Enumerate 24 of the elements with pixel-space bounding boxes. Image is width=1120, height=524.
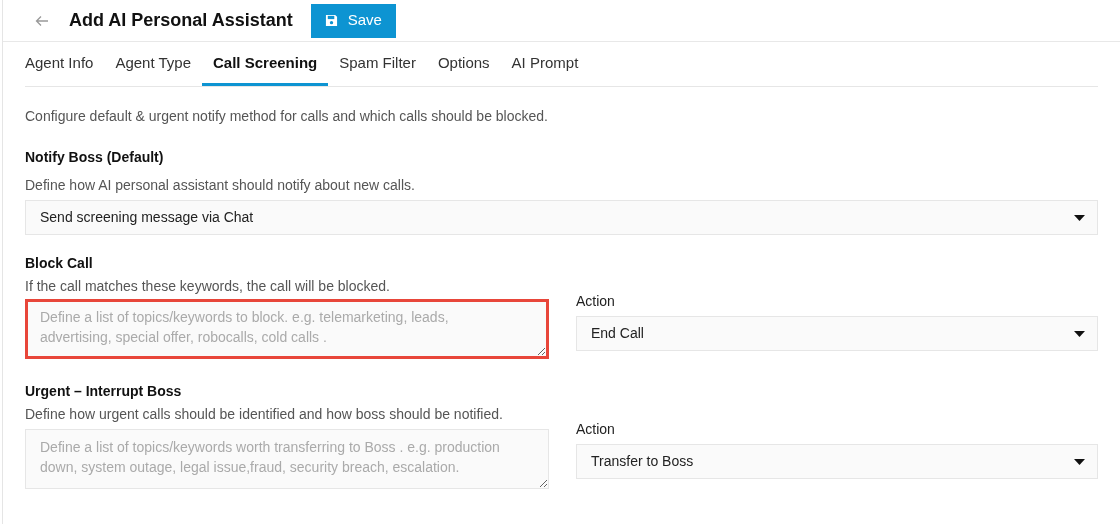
section-heading: Urgent – Interrupt Boss [25,382,183,401]
keywords-field[interactable]: Define a list of topics/keywords to block. e.g. telemarketing, leads, advertising, special offer, robocalls, cold calls . [25,299,549,359]
dropdown-caret-icon [1074,214,1085,221]
dropdown-caret-icon [1074,458,1085,465]
select-dropdown[interactable]: Send screening message via Chat [25,200,1098,235]
section-heading: Notify Boss (Default) [25,148,165,167]
tab[interactable]: Agent Type [104,42,202,86]
section-description: Define how urgent calls should be identified and how boss should be notified. [25,405,504,424]
tab[interactable]: Options [426,42,501,86]
select-dropdown[interactable]: Transfer to Boss [576,444,1098,479]
section-description: If the call matches these keywords, the call will be blocked. [25,277,391,296]
select-dropdown[interactable]: End Call [576,316,1098,351]
tab[interactable]: AI Prompt [500,42,590,86]
section-description: Define how AI personal assistant should notify about new calls. [25,176,416,195]
field-label: Action [576,292,616,311]
section-heading: Block Call [25,254,94,273]
back-arrow-icon[interactable] [35,13,49,28]
page-title: Add AI Personal Assistant [69,9,293,32]
tab[interactable]: Call Screening [202,42,329,86]
field-label: Action [576,420,616,439]
intro-text: Configure default & urgent notify method for calls and which calls should be blocked. [25,107,549,126]
tab[interactable]: Agent Info [14,42,105,86]
dropdown-caret-icon [1074,330,1085,337]
tab[interactable]: Spam Filter [328,42,427,86]
